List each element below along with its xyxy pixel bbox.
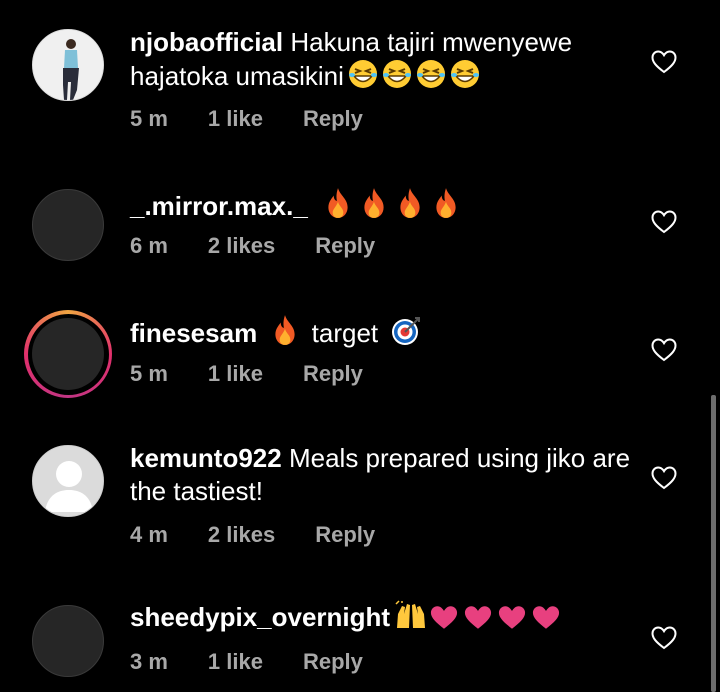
comment-meta: 3 m 1 like Reply	[130, 649, 403, 675]
fire-emoji	[397, 187, 423, 219]
direct-hit-emoji	[391, 316, 421, 346]
grin-emoji	[450, 59, 480, 89]
avatar	[32, 318, 104, 390]
grin-emoji	[416, 59, 446, 89]
avatar[interactable]	[32, 605, 104, 677]
comment-meta: 6 m 2 likes Reply	[130, 233, 415, 259]
reply-button[interactable]: Reply	[303, 106, 363, 132]
like-heart-icon[interactable]	[651, 466, 677, 490]
comment-time: 4 m	[130, 522, 168, 547]
comment-text: njobaofficial Hakuna tajiri mwenyewe haj…	[130, 26, 640, 93]
reply-button[interactable]: Reply	[315, 522, 375, 548]
story-ring-gap	[27, 313, 109, 395]
comment-time: 6 m	[130, 233, 168, 258]
fire-emoji	[325, 187, 351, 219]
comment-body: target	[311, 318, 379, 348]
like-heart-icon[interactable]	[651, 626, 677, 650]
comment-likes[interactable]: 2 likes	[208, 522, 275, 548]
fire-emoji	[361, 187, 387, 219]
comment-time: 5 m	[130, 361, 168, 386]
grin-emoji	[382, 59, 412, 89]
comment-likes[interactable]: 1 like	[208, 106, 263, 132]
like-heart-icon[interactable]	[651, 338, 677, 362]
scrollbar[interactable]	[711, 395, 716, 692]
default-avatar-icon	[45, 461, 93, 512]
comment-username[interactable]: _.mirror.max._	[130, 191, 308, 221]
raising-hands-emoji	[394, 600, 428, 630]
comment-text: finesesam target	[130, 314, 640, 350]
comment-text: kemunto922 Meals prepared using jiko are…	[130, 442, 640, 508]
comment-username[interactable]: kemunto922	[130, 443, 282, 473]
reply-button[interactable]: Reply	[303, 361, 363, 387]
comment-text: sheedypix_overnight	[130, 600, 640, 634]
comment-likes[interactable]: 2 likes	[208, 233, 275, 259]
grin-emoji	[348, 59, 378, 89]
like-heart-icon[interactable]	[651, 50, 677, 74]
comment-meta: 5 m 1 like Reply	[130, 106, 403, 132]
fire-emoji	[272, 314, 298, 346]
avatar-photo	[33, 30, 103, 100]
reply-button[interactable]: Reply	[303, 649, 363, 675]
comment-meta: 5 m 1 like Reply	[130, 361, 403, 387]
grin-emoji-group	[344, 61, 480, 91]
comment-text: _.mirror.max._	[130, 187, 640, 223]
comment-username[interactable]: finesesam	[130, 318, 257, 348]
heart-emoji	[498, 605, 526, 630]
story-ring-avatar[interactable]	[24, 310, 112, 398]
fire-emoji	[433, 187, 459, 219]
comment-meta: 4 m 2 likes Reply	[130, 522, 415, 548]
like-heart-icon[interactable]	[651, 210, 677, 234]
comment-time: 3 m	[130, 649, 168, 674]
heart-emoji	[532, 605, 560, 630]
emoji-group	[390, 602, 560, 632]
avatar[interactable]	[32, 189, 104, 261]
heart-emoji	[430, 605, 458, 630]
fire-emoji-group	[321, 191, 459, 221]
comment-likes[interactable]: 1 like	[208, 361, 263, 387]
comment-time: 5 m	[130, 106, 168, 131]
heart-emoji	[464, 605, 492, 630]
comment-username[interactable]: njobaofficial	[130, 27, 283, 57]
avatar[interactable]	[32, 445, 104, 517]
reply-button[interactable]: Reply	[315, 233, 375, 259]
comment-likes[interactable]: 1 like	[208, 649, 263, 675]
avatar[interactable]	[32, 29, 104, 101]
comment-username[interactable]: sheedypix_overnight	[130, 602, 390, 632]
